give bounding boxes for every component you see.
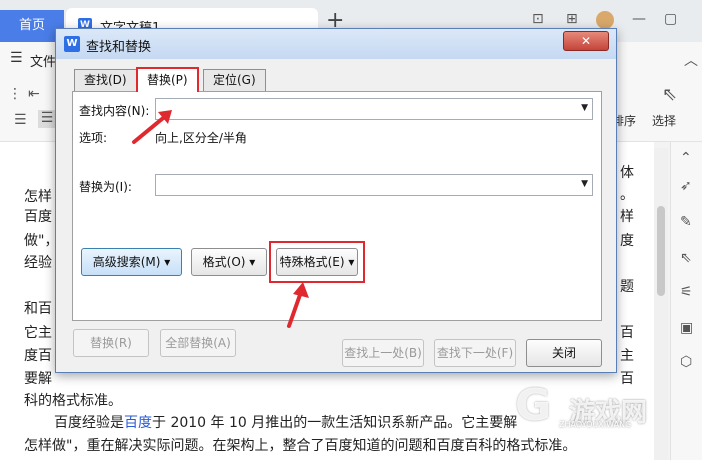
doc-paragraph-line: 百度经验是百度于 2010 年 10 月推出的一款生活知识系新产品。它主要解 xyxy=(54,415,518,431)
doc-fragment: 体 xyxy=(620,165,634,181)
doc-line: 度百 xyxy=(24,348,52,364)
doc-line: 和百 xyxy=(24,301,52,317)
writer-app-icon: W xyxy=(64,36,80,52)
minimize-icon[interactable]: — xyxy=(632,11,646,27)
replace-with-input[interactable]: ▼ xyxy=(155,174,593,196)
hamburger-menu-icon[interactable]: ☰ xyxy=(10,50,23,66)
doc-fragment: 题 xyxy=(620,279,634,295)
doc-fragment: 样 xyxy=(620,209,634,225)
sliders-icon[interactable]: ⚟ xyxy=(680,284,693,300)
pen-icon[interactable]: ✎ xyxy=(680,214,692,230)
doc-fragment: 。 xyxy=(620,187,634,203)
dialog-title: 查找和替换 xyxy=(86,40,152,55)
rocket-icon[interactable]: ➶ xyxy=(680,178,692,194)
annotation-arrow-icon xyxy=(132,110,172,144)
doc-line: 百度 xyxy=(24,209,52,225)
doc-paragraph-line: 怎样做"，重在解决实际问题。在架构上，整合了百度知道的问题和百度百科的格式标准。 xyxy=(24,438,577,454)
replace-button[interactable]: 替换(R) xyxy=(73,329,149,357)
collapse-ribbon-icon[interactable]: ︿ xyxy=(684,50,698,70)
doc-fragment: 百 xyxy=(620,325,634,341)
select-label[interactable]: 选择 xyxy=(652,112,676,129)
doc-fragment: 度 xyxy=(620,233,634,249)
doc-line: 科的格式标准。 xyxy=(24,393,122,409)
grid-apps-icon[interactable]: ⊞ xyxy=(566,11,578,27)
collapse-up-icon[interactable]: ⌃ xyxy=(680,150,692,166)
advanced-search-button[interactable]: 高级搜索(M) ▾ xyxy=(81,248,182,276)
watermark-subtext: ZHAOYOUXIWANG xyxy=(559,420,632,429)
outdent-icon[interactable]: ⇤ xyxy=(28,86,40,102)
doc-line: 做"， xyxy=(24,233,59,249)
replace-with-label: 替换为(I): xyxy=(79,180,132,194)
tab-find[interactable]: 查找(D) xyxy=(74,69,137,91)
doc-line: 怎样 xyxy=(24,189,52,205)
tab-replace[interactable]: 替换(P) xyxy=(136,67,199,92)
find-previous-button[interactable]: 查找上一处(B) xyxy=(342,339,424,367)
dialog-close-button[interactable]: ✕ xyxy=(563,31,609,51)
watermark-mark: G xyxy=(515,380,552,431)
cursor-icon[interactable]: ⇖ xyxy=(680,250,692,266)
dialog-title-bar[interactable]: W 查找和替换 ✕ xyxy=(56,29,616,59)
cursor-select-icon[interactable]: ⇖ xyxy=(662,84,677,105)
list-indent-icon[interactable]: ⋮ xyxy=(8,86,22,102)
find-next-button[interactable]: 查找下一处(F) xyxy=(434,339,516,367)
align-justify-icon[interactable]: ☰ xyxy=(38,110,56,128)
scrollbar-thumb[interactable] xyxy=(657,206,665,296)
watermark-logo: G 游戏网 ZHAOYOUXIWANG xyxy=(515,380,702,460)
shape-icon[interactable]: ⬡ xyxy=(680,354,692,370)
doc-line: 它主 xyxy=(24,325,52,341)
options-label: 选项: xyxy=(79,131,108,145)
avatar[interactable] xyxy=(596,11,614,29)
dropdown-arrow-icon[interactable]: ▼ xyxy=(581,103,588,113)
file-menu[interactable]: 文件 xyxy=(30,51,56,70)
align-left-icon[interactable]: ☰ xyxy=(14,112,27,128)
doc-line: 要解 xyxy=(24,371,52,387)
close-button[interactable]: 关闭 xyxy=(526,339,602,367)
maximize-icon[interactable]: ▢ xyxy=(664,11,677,27)
window-layout-icon[interactable]: ⊡ xyxy=(532,11,544,27)
tab-goto[interactable]: 定位(G) xyxy=(203,69,266,91)
baidu-link[interactable]: 百度 xyxy=(124,415,152,431)
doc-fragment: 主 xyxy=(620,348,634,364)
special-format-highlight xyxy=(269,241,365,283)
find-replace-dialog: W 查找和替换 ✕ 查找(D) 替换(P) 定位(G) 查找内容(N): ▼ 选… xyxy=(55,28,617,373)
annotation-arrow-icon xyxy=(287,282,309,328)
replace-all-button[interactable]: 全部替换(A) xyxy=(160,329,236,357)
doc-line: 经验 xyxy=(24,255,52,271)
format-button[interactable]: 格式(O) ▾ xyxy=(191,248,267,276)
dropdown-arrow-icon[interactable]: ▼ xyxy=(581,179,588,189)
image-icon[interactable]: ▣ xyxy=(680,320,693,336)
find-content-input[interactable]: ▼ xyxy=(155,98,593,120)
